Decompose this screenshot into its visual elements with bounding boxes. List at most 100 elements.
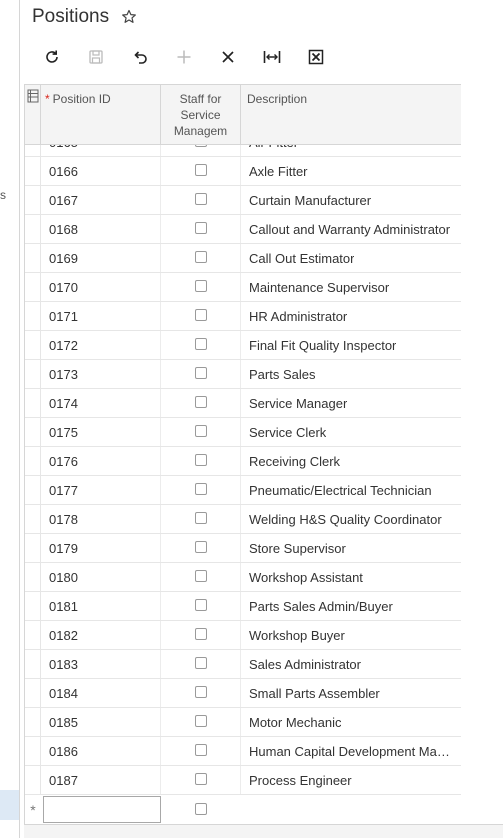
row-selector[interactable] [25,679,41,707]
position-id-cell[interactable]: 0179 [41,534,161,562]
table-row[interactable]: 0169 Call Out Estimator [25,244,461,273]
left-panel-selected-item[interactable] [0,790,19,820]
position-id-cell[interactable]: 0187 [41,766,161,794]
position-id-cell[interactable]: 0168 [41,215,161,243]
row-selector[interactable] [25,418,41,446]
staff-checkbox[interactable] [194,193,207,205]
position-id-cell[interactable]: 0182 [41,621,161,649]
position-id-cell[interactable]: 0174 [41,389,161,417]
table-row[interactable]: 0186 Human Capital Development Manager [25,737,461,766]
description-cell[interactable]: Service Manager [241,389,461,417]
table-row[interactable]: 0166 Axle Fitter [25,157,461,186]
position-id-cell[interactable]: 0166 [41,157,161,185]
staff-checkbox[interactable] [194,396,207,408]
position-id-cell[interactable]: 0172 [41,331,161,359]
description-cell[interactable]: Service Clerk [241,418,461,446]
position-id-cell[interactable]: 0175 [41,418,161,446]
staff-checkbox[interactable] [194,657,207,669]
description-cell[interactable]: Motor Mechanic [241,708,461,736]
description-cell[interactable]: Parts Sales [241,360,461,388]
row-selector[interactable] [25,331,41,359]
description-cell[interactable]: Callout and Warranty Administrator [241,215,461,243]
description-cell[interactable]: Sales Administrator [241,650,461,678]
staff-checkbox[interactable] [194,773,207,785]
column-header-position-id[interactable]: * Position ID [41,85,161,145]
staff-checkbox[interactable] [194,222,207,234]
table-row[interactable]: 0173 Parts Sales [25,360,461,389]
row-selector[interactable] [25,360,41,388]
row-selector[interactable] [25,650,41,678]
table-row[interactable]: 0165 Air Fitter [25,145,461,157]
row-selector[interactable] [25,244,41,272]
fit-columns-button[interactable] [250,44,294,70]
staff-checkbox[interactable] [194,715,207,727]
description-cell[interactable]: Call Out Estimator [241,244,461,272]
description-cell[interactable]: Human Capital Development Manager [241,737,461,765]
staff-checkbox[interactable] [194,570,207,582]
description-cell[interactable]: Maintenance Supervisor [241,273,461,301]
position-id-cell[interactable]: 0177 [41,476,161,504]
description-cell[interactable]: Process Engineer [241,766,461,794]
position-id-cell[interactable]: 0171 [41,302,161,330]
description-cell[interactable]: Parts Sales Admin/Buyer [241,592,461,620]
position-id-cell[interactable]: 0181 [41,592,161,620]
staff-checkbox[interactable] [194,309,207,321]
description-cell[interactable]: Store Supervisor [241,534,461,562]
row-selector[interactable] [25,737,41,765]
table-row[interactable]: 0184 Small Parts Assembler [25,679,461,708]
new-row-staff-checkbox[interactable] [195,803,207,815]
row-selector[interactable] [25,186,41,214]
position-id-cell[interactable]: 0176 [41,447,161,475]
description-cell[interactable]: Final Fit Quality Inspector [241,331,461,359]
position-id-cell[interactable]: 0180 [41,563,161,591]
staff-checkbox[interactable] [194,599,207,611]
table-row[interactable]: 0180 Workshop Assistant [25,563,461,592]
table-row[interactable]: 0183 Sales Administrator [25,650,461,679]
table-row[interactable]: 0181 Parts Sales Admin/Buyer [25,592,461,621]
row-selector[interactable] [25,621,41,649]
staff-checkbox[interactable] [194,367,207,379]
new-position-id-input[interactable] [43,796,161,823]
table-row[interactable]: 0172 Final Fit Quality Inspector [25,331,461,360]
description-cell[interactable]: HR Administrator [241,302,461,330]
position-id-cell[interactable]: 0184 [41,679,161,707]
description-cell[interactable]: Curtain Manufacturer [241,186,461,214]
favorite-star-icon[interactable] [121,9,137,25]
staff-checkbox[interactable] [194,628,207,640]
new-row-description-cell[interactable] [241,795,461,824]
description-cell[interactable]: Pneumatic/Electrical Technician [241,476,461,504]
row-selector[interactable] [25,145,41,156]
row-selector[interactable] [25,592,41,620]
position-id-cell[interactable]: 0183 [41,650,161,678]
table-row[interactable]: 0168 Callout and Warranty Administrator [25,215,461,244]
table-row[interactable]: 0175 Service Clerk [25,418,461,447]
row-selector[interactable] [25,302,41,330]
staff-checkbox[interactable] [194,425,207,437]
position-id-cell[interactable]: 0169 [41,244,161,272]
description-cell[interactable]: Workshop Assistant [241,563,461,591]
table-row[interactable]: 0179 Store Supervisor [25,534,461,563]
table-row[interactable]: 0176 Receiving Clerk [25,447,461,476]
staff-checkbox[interactable] [194,164,207,176]
staff-checkbox[interactable] [194,280,207,292]
description-cell[interactable]: Welding H&S Quality Coordinator [241,505,461,533]
position-id-cell[interactable]: 0186 [41,737,161,765]
staff-checkbox[interactable] [194,145,207,147]
table-row[interactable]: 0185 Motor Mechanic [25,708,461,737]
column-header-description[interactable]: Description [241,85,461,145]
row-selector[interactable] [25,273,41,301]
row-selector[interactable] [25,215,41,243]
position-id-cell[interactable]: 0178 [41,505,161,533]
description-cell[interactable]: Air Fitter [241,145,461,156]
table-row[interactable]: 0174 Service Manager [25,389,461,418]
undo-button[interactable] [118,44,162,70]
position-id-cell[interactable]: 0165 [41,145,161,156]
staff-checkbox[interactable] [194,512,207,524]
add-row-button[interactable] [162,44,206,70]
row-selector[interactable] [25,476,41,504]
table-row[interactable]: 0178 Welding H&S Quality Coordinator [25,505,461,534]
staff-checkbox[interactable] [194,744,207,756]
staff-checkbox[interactable] [194,541,207,553]
position-id-cell[interactable]: 0170 [41,273,161,301]
table-row[interactable]: 0171 HR Administrator [25,302,461,331]
